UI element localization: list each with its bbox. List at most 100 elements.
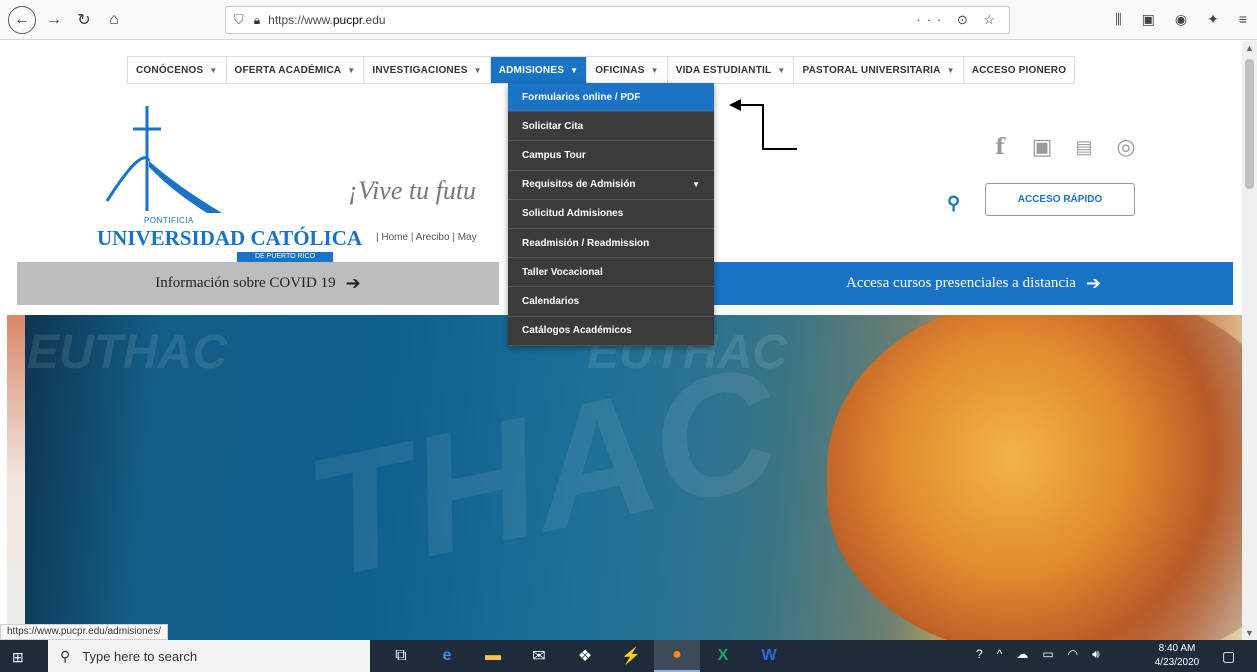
link-status-bar: https://www.pucpr.edu/admisiones/ bbox=[0, 624, 168, 640]
account-icon[interactable]: ◉ bbox=[1175, 11, 1187, 28]
arrow-right-icon: → bbox=[46, 11, 62, 28]
dropbox-icon[interactable]: ❖ bbox=[562, 640, 608, 672]
back-button[interactable]: ← bbox=[8, 6, 36, 34]
battery-icon[interactable]: ▭ bbox=[1042, 647, 1053, 662]
taskbar-search-box[interactable]: ⚲ Type here to search bbox=[48, 640, 370, 672]
menu-icon[interactable]: ≡ bbox=[1239, 11, 1247, 28]
dropdown-item-campus-tour[interactable]: Campus Tour bbox=[508, 141, 714, 171]
social-links: f ▣ ▤ ◎ bbox=[988, 134, 1138, 160]
search-icon: ⚲ bbox=[60, 647, 71, 664]
hero-left-edge bbox=[7, 315, 25, 640]
sidebar-icon[interactable]: ▣ bbox=[1142, 11, 1155, 28]
word-icon[interactable]: W bbox=[746, 640, 792, 672]
dropdown-item-catalogos[interactable]: Catálogos Académicos bbox=[508, 317, 714, 346]
search-icon[interactable]: ⚲ bbox=[947, 193, 960, 214]
edge-icon[interactable]: e bbox=[424, 640, 470, 672]
logo-pontificia-text: PONTIFICIA bbox=[144, 216, 194, 225]
app-icon[interactable]: ⚡ bbox=[608, 640, 654, 672]
nav-item-conocenos[interactable]: CONÓCENOS ▼ bbox=[128, 57, 227, 83]
browser-toolbar: ← → ↻ ⌂ ⛉ 🔒︎ https://www.pucpr.edu ··· ⊙… bbox=[0, 0, 1257, 40]
scroll-up-icon[interactable]: ▲ bbox=[1245, 43, 1254, 53]
volume-icon[interactable]: 🔊︎ bbox=[1092, 647, 1100, 662]
university-logo[interactable]: PONTIFICIA UNIVERSIDAD CATÓLICA DE PUERT… bbox=[97, 101, 362, 262]
excel-icon[interactable]: X bbox=[700, 640, 746, 672]
task-view-icon[interactable]: ⧉ bbox=[378, 640, 424, 672]
youtube-icon[interactable]: ▤ bbox=[1072, 137, 1096, 158]
acceso-rapido-button[interactable]: ACCESO RÁPIDO bbox=[985, 183, 1135, 216]
arrow-right-icon: ➔ bbox=[345, 273, 361, 294]
dropdown-item-requisitos[interactable]: Requisitos de Admisión ▼ bbox=[508, 171, 714, 200]
instagram-icon[interactable]: ◎ bbox=[1114, 134, 1138, 160]
file-explorer-icon[interactable]: ▬ bbox=[470, 640, 516, 672]
cloud-icon[interactable]: ☁ bbox=[1016, 647, 1028, 662]
covid-info-banner[interactable]: Información sobre COVID 19 ➔ bbox=[17, 262, 499, 305]
admisiones-dropdown: Formularios online / PDF Solicitar Cita … bbox=[508, 83, 714, 346]
firefox-icon[interactable]: ● bbox=[654, 640, 700, 672]
taskbar-apps: ⧉ e ▬ ✉ ❖ ⚡ ● X W bbox=[378, 640, 792, 672]
logo-name-text: UNIVERSIDAD CATÓLICA bbox=[97, 226, 363, 250]
library-icon[interactable]: ⫼ bbox=[1115, 11, 1121, 28]
web-page: CONÓCENOS ▼ OFERTA ACADÉMICA ▼ INVESTIGACI… bbox=[0, 41, 1242, 640]
dropdown-item-solicitar-cita[interactable]: Solicitar Cita bbox=[508, 112, 714, 142]
annotation-arrow bbox=[729, 99, 797, 150]
nav-item-acceso-pionero[interactable]: ACCESO PIONERO bbox=[964, 57, 1074, 83]
chevron-up-icon[interactable]: ^ bbox=[997, 647, 1003, 662]
campus-quicklinks[interactable]: | Home | Arecibo | May bbox=[376, 232, 477, 243]
nav-item-oficinas[interactable]: OFICINAS ▼ bbox=[587, 57, 668, 83]
dropdown-item-calendarios[interactable]: Calendarios bbox=[508, 287, 714, 317]
system-tray: ? ^ ☁ ▭ ◠ 🔊︎ bbox=[976, 647, 1100, 662]
page-actions[interactable]: ··· ⊙ ☆ bbox=[916, 12, 1001, 28]
nav-item-oferta-academica[interactable]: OFERTA ACADÉMICA ▼ bbox=[227, 57, 365, 83]
reload-button[interactable]: ↻ bbox=[72, 8, 96, 32]
lock-icon[interactable]: 🔒︎ bbox=[254, 13, 260, 28]
hero-watermark-large: THAC bbox=[292, 330, 794, 616]
chevron-down-icon: ▼ bbox=[692, 180, 700, 190]
taskbar-clock[interactable]: 8:40 AM 4/23/2020 bbox=[1150, 642, 1204, 670]
chevron-down-icon: ▼ bbox=[650, 65, 659, 75]
extension-icon[interactable]: ✦ bbox=[1207, 11, 1219, 28]
main-navigation: CONÓCENOS ▼ OFERTA ACADÉMICA ▼ INVESTIGACI… bbox=[127, 56, 1076, 84]
nav-item-pastoral-universitaria[interactable]: PASTORAL UNIVERSITARIA ▼ bbox=[794, 57, 964, 83]
dropdown-item-readmision[interactable]: Readmisión / Readmission bbox=[508, 229, 714, 259]
forward-button[interactable]: → bbox=[42, 8, 66, 32]
shield-icon[interactable]: ⛉ bbox=[234, 12, 244, 28]
chevron-down-icon: ▼ bbox=[570, 65, 579, 75]
chevron-down-icon: ▼ bbox=[209, 65, 218, 75]
notification-icon[interactable]: ▢ bbox=[1222, 648, 1235, 665]
home-button[interactable]: ⌂ bbox=[102, 8, 126, 32]
hero-image: EUTHAC EUTHAC THAC bbox=[7, 315, 1242, 640]
nav-item-admisiones[interactable]: ADMISIONES ▼ bbox=[490, 57, 588, 83]
scroll-down-icon[interactable]: ▼ bbox=[1245, 628, 1254, 638]
dropdown-item-taller-vocacional[interactable]: Taller Vocacional bbox=[508, 258, 714, 288]
address-bar[interactable]: ⛉ 🔒︎ https://www.pucpr.edu ··· ⊙ ☆ bbox=[225, 6, 1010, 34]
browser-toolbar-icons: ⫼ ▣ ◉ ✦ ≡ bbox=[1115, 11, 1247, 28]
nav-item-vida-estudiantil[interactable]: VIDA ESTUDIANTIL ▼ bbox=[668, 57, 795, 83]
help-icon[interactable]: ? bbox=[976, 647, 983, 662]
windows-start-icon[interactable]: ⊞ bbox=[12, 649, 24, 666]
facebook-icon[interactable]: f bbox=[988, 134, 1012, 160]
chevron-down-icon: ▼ bbox=[946, 65, 955, 75]
windows-taskbar: ⊞ ⚲ Type here to search ⧉ e ▬ ✉ ❖ ⚡ ● X … bbox=[0, 640, 1257, 672]
tagline: ¡Vive tu futu bbox=[348, 176, 477, 205]
chevron-down-icon: ▼ bbox=[473, 65, 482, 75]
page-scrollbar[interactable]: ▲ ▼ bbox=[1242, 41, 1257, 640]
url-text[interactable]: https://www.pucpr.edu bbox=[268, 13, 385, 27]
wifi-icon[interactable]: ◠ bbox=[1068, 647, 1078, 662]
reload-icon: ↻ bbox=[77, 12, 91, 29]
dropdown-item-solicitud[interactable]: Solicitud Admisiones bbox=[508, 200, 714, 229]
chevron-down-icon: ▼ bbox=[777, 65, 786, 75]
logo-subtitle-text: DE PUERTO RICO bbox=[237, 252, 333, 262]
arrow-left-icon: ← bbox=[14, 11, 30, 28]
mail-icon[interactable]: ✉ bbox=[516, 640, 562, 672]
nav-item-investigaciones[interactable]: INVESTIGACIONES ▼ bbox=[364, 57, 491, 83]
scrollbar-thumb[interactable] bbox=[1245, 59, 1254, 189]
home-icon: ⌂ bbox=[109, 11, 119, 28]
hero-watermark: EUTHAC bbox=[27, 326, 227, 379]
hero-food-shape bbox=[827, 315, 1242, 640]
remote-courses-banner[interactable]: Accesa cursos presenciales a distancia ➔ bbox=[714, 262, 1233, 305]
dropdown-item-formularios[interactable]: Formularios online / PDF bbox=[508, 83, 714, 113]
twitter-icon[interactable]: ▣ bbox=[1030, 134, 1054, 160]
chevron-down-icon: ▼ bbox=[347, 65, 356, 75]
logo-mark bbox=[105, 106, 222, 213]
arrow-right-icon: ➔ bbox=[1085, 273, 1101, 294]
